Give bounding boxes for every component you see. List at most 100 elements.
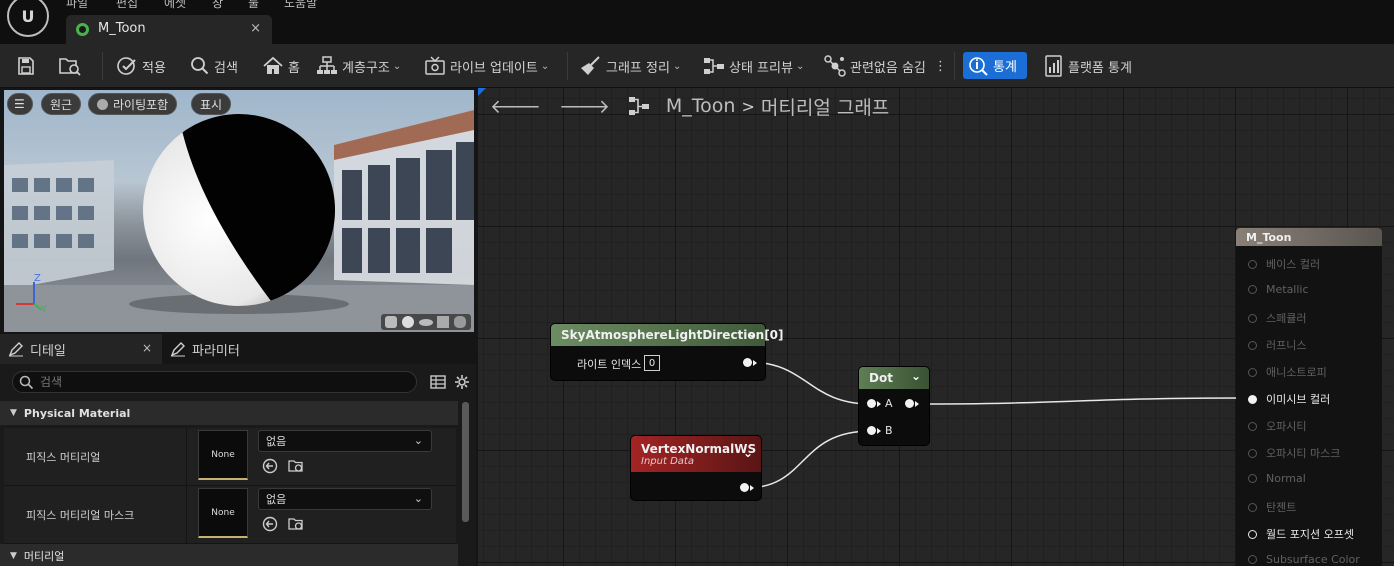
platform-stats-icon bbox=[1045, 55, 1062, 77]
hide-unrelated-button[interactable]: 관련없음 숨김 bbox=[824, 54, 926, 78]
output-pin[interactable] bbox=[740, 483, 749, 492]
toolbar-separator bbox=[954, 52, 955, 80]
asset-tab[interactable]: M_Toon × bbox=[66, 15, 272, 44]
details-search-input[interactable] bbox=[40, 375, 380, 389]
more-options-icon[interactable]: ⋮ bbox=[934, 54, 947, 78]
asset-thumbnail[interactable]: None bbox=[198, 488, 248, 538]
cylinder-shape-icon[interactable] bbox=[385, 316, 397, 328]
chevron-down-icon: ⌄ bbox=[392, 60, 402, 72]
toolbar-separator bbox=[567, 52, 568, 80]
save-button[interactable] bbox=[16, 54, 40, 78]
title-bar: U 파일 편집 에셋 창 툴 도움말 M_Toon × bbox=[0, 0, 1394, 44]
input-pin bbox=[1248, 313, 1257, 323]
result-input-roughness[interactable]: 러프니스 bbox=[1248, 337, 1306, 353]
clean-graph-dropdown[interactable]: 그래프 정리 ⌄ bbox=[580, 54, 681, 78]
close-icon[interactable]: × bbox=[142, 341, 152, 355]
chevron-down-icon[interactable]: ⌄ bbox=[911, 369, 921, 383]
node-material-result[interactable]: M_Toon 베이스 컬러 Metallic 스페큘러 러프니스 애니소트로피 … bbox=[1236, 228, 1382, 566]
lit-sphere-icon bbox=[97, 98, 108, 110]
category-physical-material[interactable]: ▼ Physical Material bbox=[0, 401, 458, 425]
result-input-base-color[interactable]: 베이스 컬러 bbox=[1248, 256, 1320, 272]
result-input-world-position-offset[interactable]: 월드 포지션 오프셋 bbox=[1248, 526, 1354, 542]
details-tab-bar: 디테일 × 파라미터 bbox=[0, 334, 476, 364]
material-asset-icon bbox=[76, 23, 89, 36]
table-view-icon[interactable] bbox=[430, 374, 446, 390]
node-vertex-normal-ws[interactable]: VertexNormalWS Input Data ⌄ bbox=[631, 436, 761, 500]
output-pin[interactable] bbox=[743, 358, 752, 367]
menu-help[interactable]: 도움말 bbox=[284, 0, 317, 11]
input-pin-b[interactable] bbox=[867, 426, 876, 435]
asset-picker-value: 없음 bbox=[266, 493, 287, 506]
property-row-phys-material-mask: 피직스 머티리얼 마스크 None 없음 ⌄ bbox=[4, 486, 456, 544]
unreal-logo-icon[interactable]: U bbox=[7, 0, 49, 37]
result-input-specular[interactable]: 스페큘러 bbox=[1248, 310, 1306, 326]
input-pin-a[interactable] bbox=[867, 399, 876, 408]
menu-edit[interactable]: 편집 bbox=[116, 0, 138, 11]
chevron-down-icon[interactable]: ⌄ bbox=[743, 446, 753, 460]
perspective-button[interactable]: 원근 bbox=[41, 93, 82, 115]
use-selected-arrow-icon[interactable] bbox=[262, 458, 278, 474]
hide-unrelated-label: 관련없음 숨김 bbox=[850, 60, 926, 76]
input-label: Subsurface Color bbox=[1266, 553, 1360, 566]
chevron-down-icon: ⌄ bbox=[413, 492, 423, 505]
hierarchy-dropdown[interactable]: 계층구조 ⌄ bbox=[316, 54, 401, 78]
preview-viewport[interactable]: Z Y ☰ 원근 라이팅포함 표시 bbox=[4, 90, 474, 332]
result-input-anisotropy[interactable]: 애니소트로피 bbox=[1248, 364, 1327, 380]
preview-state-label: 상태 프리뷰 bbox=[729, 60, 793, 76]
sphere-shape-icon[interactable] bbox=[402, 316, 414, 328]
node-sky-atmosphere-light-direction[interactable]: SkyAtmosphereLightDirection[0] ⌄ 라이트 인덱스… bbox=[551, 324, 784, 380]
asset-tab-label: M_Toon bbox=[98, 21, 146, 36]
asset-thumbnail[interactable]: None bbox=[198, 430, 248, 480]
menu-file[interactable]: 파일 bbox=[66, 0, 88, 11]
cube-shape-icon[interactable] bbox=[437, 316, 449, 328]
category-material[interactable]: ▼ 머티리얼 bbox=[0, 544, 458, 566]
result-input-opacity-mask[interactable]: 오파시티 마스크 bbox=[1248, 445, 1340, 461]
asset-picker-combo[interactable]: 없음 ⌄ bbox=[258, 430, 432, 452]
close-tab-icon[interactable]: × bbox=[250, 21, 261, 36]
lit-mode-button[interactable]: 라이팅포함 bbox=[88, 93, 178, 115]
search-icon bbox=[19, 375, 34, 389]
gear-icon[interactable] bbox=[454, 374, 470, 390]
home-icon bbox=[263, 56, 283, 74]
category-material-label: 머티리얼 bbox=[23, 550, 65, 563]
input-pin bbox=[1248, 502, 1257, 512]
result-input-subsurface-color[interactable]: Subsurface Color bbox=[1248, 553, 1360, 566]
browse-asset-icon[interactable] bbox=[288, 458, 304, 474]
details-scrollbar[interactable] bbox=[462, 402, 469, 522]
teapot-shape-icon[interactable] bbox=[454, 316, 466, 328]
output-pin[interactable] bbox=[905, 399, 914, 408]
plane-shape-icon[interactable] bbox=[419, 319, 433, 326]
menu-window[interactable]: 창 bbox=[212, 0, 223, 11]
node-dot[interactable]: Dot ⌄ A B bbox=[859, 367, 929, 445]
preview-state-dropdown[interactable]: 상태 프리뷰 ⌄ bbox=[703, 54, 804, 78]
input-label: 러프니스 bbox=[1266, 339, 1307, 352]
node-title: M_Toon bbox=[1246, 230, 1292, 244]
chevron-down-icon[interactable]: ⌄ bbox=[747, 326, 757, 340]
material-graph-canvas[interactable]: 🡐 🡒 M_Toon > 머티리얼 그래프 SkyAtmosphereLight… bbox=[478, 88, 1394, 566]
show-button[interactable]: 표시 bbox=[191, 93, 232, 115]
result-input-normal[interactable]: Normal bbox=[1248, 472, 1306, 485]
use-selected-arrow-icon[interactable] bbox=[262, 516, 278, 532]
menu-asset[interactable]: 에셋 bbox=[164, 0, 186, 11]
platform-stats-button[interactable]: 플랫폼 통계 bbox=[1044, 54, 1132, 78]
stats-button[interactable]: 통계 bbox=[963, 52, 1027, 79]
result-input-emissive-color[interactable]: 이미시브 컬러 bbox=[1248, 391, 1330, 407]
viewport-menu-button[interactable]: ☰ bbox=[7, 93, 33, 115]
apply-button[interactable]: 적용 bbox=[116, 54, 166, 78]
node-title: Dot bbox=[869, 371, 893, 385]
menu-tools[interactable]: 툴 bbox=[248, 0, 259, 11]
light-index-value[interactable]: 0 bbox=[644, 355, 660, 371]
browse-button[interactable] bbox=[58, 54, 86, 78]
result-input-metallic[interactable]: Metallic bbox=[1248, 283, 1309, 296]
asset-picker-combo[interactable]: 없음 ⌄ bbox=[258, 488, 432, 510]
browse-asset-icon[interactable] bbox=[288, 516, 304, 532]
tab-details[interactable]: 디테일 × bbox=[0, 334, 162, 364]
tab-parameters[interactable]: 파라미터 bbox=[162, 334, 302, 364]
home-button[interactable]: 홈 bbox=[262, 54, 300, 78]
node-subtitle: Input Data bbox=[641, 455, 694, 467]
result-input-tangent[interactable]: 탄젠트 bbox=[1248, 499, 1296, 515]
result-input-opacity[interactable]: 오파시티 bbox=[1248, 418, 1306, 434]
input-label: Metallic bbox=[1266, 283, 1309, 296]
live-update-dropdown[interactable]: 라이브 업데이트 ⌄ bbox=[424, 54, 549, 78]
search-button[interactable]: 검색 bbox=[190, 54, 238, 78]
